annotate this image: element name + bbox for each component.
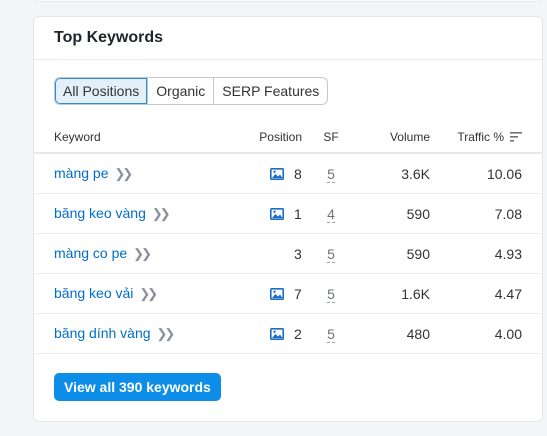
table-row: băng dính vàng ❯❯ 2 5 480 4.00 — [34, 313, 542, 354]
table-header-row: Keyword Position SF Volume Traffic % — [34, 122, 542, 154]
traffic-value: 10.06 — [430, 153, 542, 194]
double-chevron-right-icon[interactable]: ❯❯ — [139, 286, 158, 301]
tab-all-positions[interactable]: All Positions — [55, 78, 148, 104]
col-header-traffic-label: Traffic % — [457, 130, 504, 144]
traffic-value: 7.08 — [430, 193, 542, 234]
sf-count[interactable]: 5 — [327, 245, 335, 263]
sf-count[interactable]: 4 — [327, 205, 335, 223]
position-filter-tabs: All Positions Organic SERP Features — [54, 77, 329, 105]
double-chevron-right-icon[interactable]: ❯❯ — [133, 246, 152, 261]
col-header-sf[interactable]: SF — [302, 122, 360, 154]
tab-organic[interactable]: Organic — [147, 78, 213, 104]
table-row: băng keo vải ❯❯ 7 5 1.6K 4.47 — [34, 273, 542, 314]
card-title: Top Keywords — [54, 29, 164, 46]
table-row: băng keo vàng ❯❯ 1 4 590 7.08 — [34, 193, 542, 234]
keyword-link[interactable]: băng keo vải — [54, 285, 133, 301]
volume-value: 590 — [360, 233, 430, 274]
double-chevron-right-icon[interactable]: ❯❯ — [114, 166, 133, 181]
position-value: 1 — [294, 205, 302, 222]
keywords-table: Keyword Position SF Volume Traffic % màn… — [34, 122, 542, 354]
tab-serp-features[interactable]: SERP Features — [213, 78, 327, 104]
volume-value: 3.6K — [360, 153, 430, 194]
position-value: 7 — [294, 285, 302, 302]
volume-value: 590 — [360, 193, 430, 234]
table-row: màng co pe ❯❯ 3 5 590 4.93 — [34, 233, 542, 274]
position-value: 8 — [294, 165, 302, 182]
position-value: 2 — [294, 325, 302, 342]
sf-count[interactable]: 5 — [327, 165, 335, 183]
keyword-link[interactable]: màng co pe — [54, 245, 127, 261]
col-header-volume[interactable]: Volume — [360, 122, 430, 154]
double-chevron-right-icon[interactable]: ❯❯ — [157, 326, 176, 341]
table-row: màng pe ❯❯ 8 5 3.6K 10.06 — [34, 153, 542, 194]
image-icon — [270, 207, 284, 220]
keyword-link[interactable]: băng dính vàng — [54, 325, 151, 341]
keyword-link[interactable]: băng keo vàng — [54, 205, 146, 221]
traffic-value: 4.00 — [430, 313, 542, 354]
sf-count[interactable]: 5 — [327, 325, 335, 343]
col-header-position[interactable]: Position — [212, 122, 302, 154]
image-icon — [270, 287, 284, 300]
sf-count[interactable]: 5 — [327, 285, 335, 303]
col-header-traffic[interactable]: Traffic % — [430, 122, 542, 154]
card-header: Top Keywords — [34, 17, 542, 60]
col-header-keyword: Keyword — [34, 122, 212, 154]
image-icon — [270, 167, 284, 180]
view-all-keywords-button[interactable]: View all 390 keywords — [54, 373, 221, 401]
keyword-link[interactable]: màng pe — [54, 165, 108, 181]
double-chevron-right-icon[interactable]: ❯❯ — [152, 206, 171, 221]
top-keywords-card: Top Keywords All Positions Organic SERP … — [33, 16, 543, 422]
image-icon — [270, 327, 284, 340]
traffic-value: 4.93 — [430, 233, 542, 274]
sort-descending-icon[interactable] — [510, 132, 522, 142]
volume-value: 480 — [360, 313, 430, 354]
traffic-value: 4.47 — [430, 273, 542, 314]
previous-card-edge — [33, 0, 543, 2]
position-value: 3 — [294, 245, 302, 262]
volume-value: 1.6K — [360, 273, 430, 314]
